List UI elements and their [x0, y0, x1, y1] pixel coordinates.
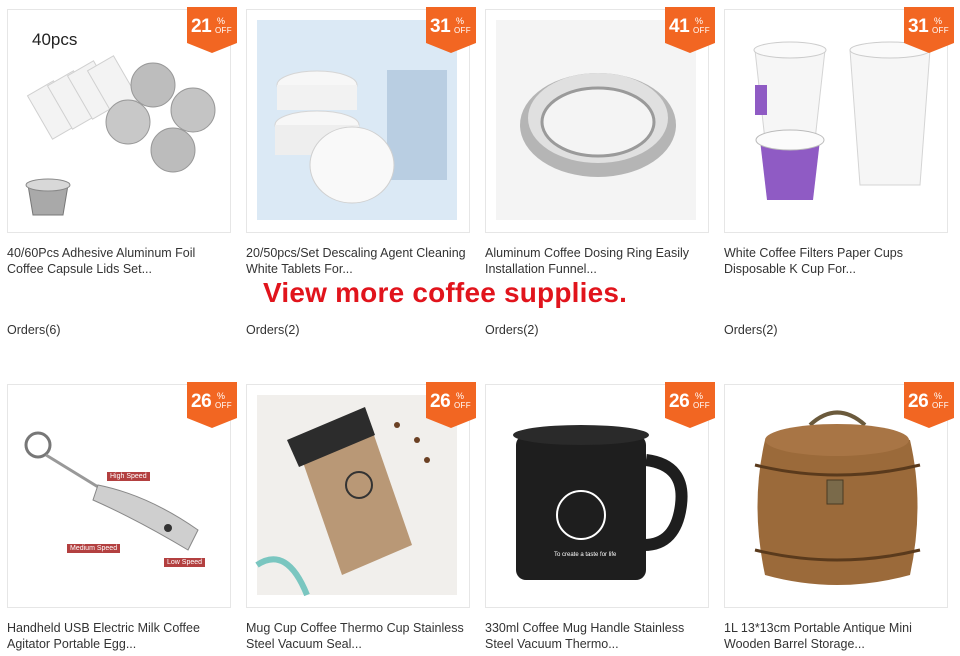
discount-badge: 31 % OFF — [426, 7, 476, 53]
discount-badge: 26 % OFF — [665, 382, 715, 428]
product-grid: 40pcs 21 % OFF 40/60Pcs Adhesive Aluminu… — [0, 0, 960, 656]
image-caption: 40pcs — [32, 30, 78, 49]
speed-label: Low Speed — [163, 557, 207, 568]
product-title[interactable]: Handheld USB Electric Milk Coffee Agitat… — [7, 620, 231, 652]
speed-label: High Speed — [106, 471, 151, 482]
orders-count: Orders(2) — [485, 323, 539, 337]
discount-badge: 26 % OFF — [187, 382, 237, 428]
product-title[interactable]: 330ml Coffee Mug Handle Stainless Steel … — [485, 620, 709, 652]
discount-badge: 26 % OFF — [904, 382, 954, 428]
product-title[interactable]: 1L 13*13cm Portable Antique Mini Wooden … — [724, 620, 948, 652]
orders-count: Orders(6) — [7, 323, 61, 337]
product-title[interactable]: Mug Cup Coffee Thermo Cup Stainless Stee… — [246, 620, 470, 652]
discount-badge: 31 % OFF — [904, 7, 954, 53]
speed-label: Medium Speed — [66, 543, 122, 554]
discount-badge: 41 % OFF — [665, 7, 715, 53]
discount-badge: 21 % OFF — [187, 7, 237, 53]
mug-tagline: To create a taste for life — [554, 552, 617, 558]
product-title[interactable]: 20/50pcs/Set Descaling Agent Cleaning Wh… — [246, 245, 470, 277]
discount-badge: 26 % OFF — [426, 382, 476, 428]
product-title[interactable]: White Coffee Filters Paper Cups Disposab… — [724, 245, 948, 277]
orders-count: Orders(2) — [724, 323, 778, 337]
view-more-link[interactable]: View more coffee supplies. — [263, 277, 627, 309]
product-title[interactable]: 40/60Pcs Adhesive Aluminum Foil Coffee C… — [7, 245, 231, 277]
product-title[interactable]: Aluminum Coffee Dosing Ring Easily Insta… — [485, 245, 709, 277]
orders-count: Orders(2) — [246, 323, 300, 337]
